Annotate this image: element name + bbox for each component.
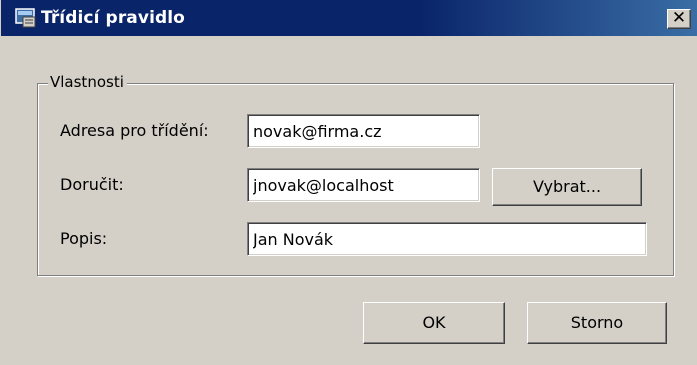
dialog-window: Třídicí pravidlo ✕ Vlastnosti Adresa pro… (0, 0, 697, 365)
properties-legend: Vlastnosti (48, 72, 127, 92)
ok-button-label: OK (422, 313, 446, 332)
select-button[interactable]: Vybrat... (492, 168, 642, 206)
cancel-button[interactable]: Storno (527, 302, 667, 344)
title-bar[interactable]: Třídicí pravidlo ✕ (1, 0, 697, 36)
address-input[interactable] (247, 114, 480, 148)
description-label: Popis: (60, 229, 108, 248)
close-button[interactable]: ✕ (667, 9, 691, 29)
cancel-button-label: Storno (570, 313, 624, 332)
close-icon: ✕ (671, 8, 687, 28)
ok-button[interactable]: OK (363, 302, 505, 344)
select-button-label: Vybrat... (532, 177, 602, 196)
deliver-input[interactable] (247, 168, 480, 202)
address-label: Adresa pro třídění: (60, 121, 209, 140)
window-app-icon (15, 8, 36, 28)
window-title: Třídicí pravidlo (41, 8, 185, 28)
description-input[interactable] (247, 222, 647, 256)
deliver-label: Doručit: (60, 175, 124, 194)
